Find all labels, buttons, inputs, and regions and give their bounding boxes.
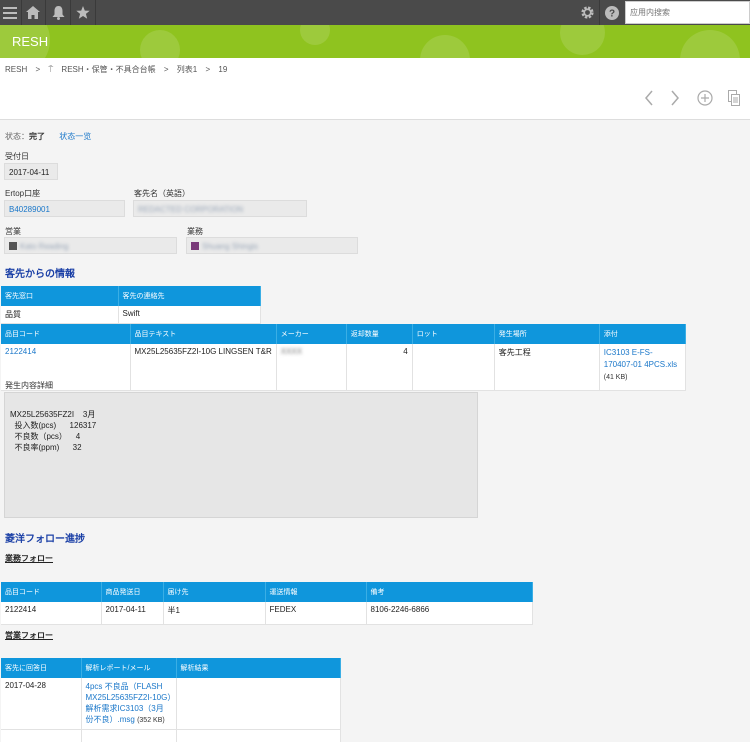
- status-row: 状态：完了 状态一览: [5, 132, 92, 141]
- app-banner: RESH: [0, 25, 750, 58]
- column-header: 運送情報: [265, 582, 367, 602]
- chevron-right-icon[interactable]: [670, 90, 680, 111]
- column-header: 返却数量: [346, 324, 413, 344]
- business-field: Shuang Shingis: [186, 237, 358, 254]
- bell-icon[interactable]: [48, 3, 68, 22]
- detail-textarea: MX25L25635FZ2I 3月 投入数(pcs) 126317 不良数（pc…: [4, 392, 478, 518]
- table-row: 2017-04-28 4pcs 不良品（FLASH MX25L25635FZ2I…: [1, 678, 341, 730]
- customer-en-label: 客先名（英語）: [134, 189, 190, 198]
- status-list-link[interactable]: 状态一览: [59, 132, 91, 141]
- sales-field: Kato Reading: [4, 237, 177, 254]
- column-header: 備考: [366, 582, 533, 602]
- column-header: 客先窓口: [1, 286, 119, 306]
- search-input[interactable]: [625, 1, 750, 24]
- ertop-field[interactable]: B40289001: [4, 200, 125, 217]
- column-header: メーカー: [276, 324, 347, 344]
- breadcrumb-list[interactable]: 列表1: [177, 65, 197, 74]
- table-row: 品質 Swift: [1, 306, 261, 324]
- column-header: 解析結果: [176, 658, 341, 678]
- home-icon[interactable]: [23, 3, 43, 22]
- product-table: 品目コード 品目テキスト メーカー 返却数量 ロット 発生場所 添付 21224…: [1, 324, 687, 391]
- column-header: 品目テキスト: [130, 324, 277, 344]
- sales-label: 営業: [5, 227, 21, 236]
- section-customer-title: 客先からの情報: [5, 269, 75, 280]
- detail-label: 発生内容詳細: [5, 381, 53, 390]
- column-header: 届け先: [163, 582, 266, 602]
- duplicate-icon[interactable]: [728, 90, 740, 111]
- breadcrumb-root[interactable]: RESH: [5, 65, 27, 74]
- breadcrumb-app[interactable]: RESH・保管・不具合台帳: [61, 65, 155, 74]
- column-header: 添付: [599, 324, 687, 344]
- column-header: 客先に回答日: [1, 658, 82, 678]
- add-record-icon[interactable]: [697, 90, 713, 111]
- business-follow-heading: 業務フォロー: [5, 554, 53, 563]
- business-follow-table: 品目コード 商品発送日 届け先 運送情報 備考 2122414 2017-04-…: [1, 582, 533, 625]
- user-icon: [9, 242, 17, 250]
- ertop-label: Ertop口座: [5, 189, 41, 198]
- record-toolbar: [0, 80, 750, 120]
- section-follow-title: 菱洋フォロー進捗: [5, 534, 85, 545]
- breadcrumb: RESH > ⍑ RESH・保管・不具合台帳 > 列表1 > 19: [5, 65, 228, 74]
- sales-follow-table: 客先に回答日 解析レポート/メール 解析結果 2017-04-28 4pcs 不…: [1, 658, 341, 742]
- column-header: 解析レポート/メール: [81, 658, 177, 678]
- customer-contact-table: 客先窓口 客先の連絡先 品質 Swift: [1, 286, 261, 324]
- reception-date-label: 受付日: [5, 152, 29, 161]
- menu-icon[interactable]: [0, 3, 20, 22]
- table-row: 2122414 MX25L25635FZ2I-10G LINGSEN T&R X…: [1, 344, 687, 391]
- chevron-left-icon[interactable]: [644, 90, 654, 111]
- business-label: 業務: [187, 227, 203, 236]
- svg-text:?: ?: [609, 9, 615, 20]
- column-header: 商品発送日: [101, 582, 164, 602]
- table-row: [1, 729, 341, 742]
- attachment-link[interactable]: IC3103 E-FS-170407-01 4PCS.xls: [604, 348, 677, 369]
- help-icon[interactable]: ?: [602, 3, 622, 22]
- breadcrumb-record: 19: [218, 65, 228, 74]
- gear-icon[interactable]: [577, 3, 597, 22]
- column-header: 客先の連絡先: [118, 286, 261, 306]
- status-value: 完了: [29, 132, 45, 141]
- column-header: 発生場所: [494, 324, 600, 344]
- reception-date-field: 2017-04-11: [4, 163, 58, 180]
- customer-en-field: REDACTED CORPORATION: [133, 200, 307, 217]
- user-icon: [191, 242, 199, 250]
- sales-follow-heading: 営業フォロー: [5, 631, 53, 640]
- star-icon[interactable]: [73, 3, 93, 22]
- table-row: 2122414 2017-04-11 半1 FEDEX 8106-2246-68…: [1, 602, 533, 625]
- column-header: 品目コード: [1, 582, 102, 602]
- column-header: ロット: [412, 324, 495, 344]
- app-title[interactable]: RESH: [12, 34, 48, 49]
- column-header: 品目コード: [1, 324, 131, 344]
- pin-icon: ⍑: [48, 65, 54, 74]
- top-bar: ?: [0, 0, 750, 25]
